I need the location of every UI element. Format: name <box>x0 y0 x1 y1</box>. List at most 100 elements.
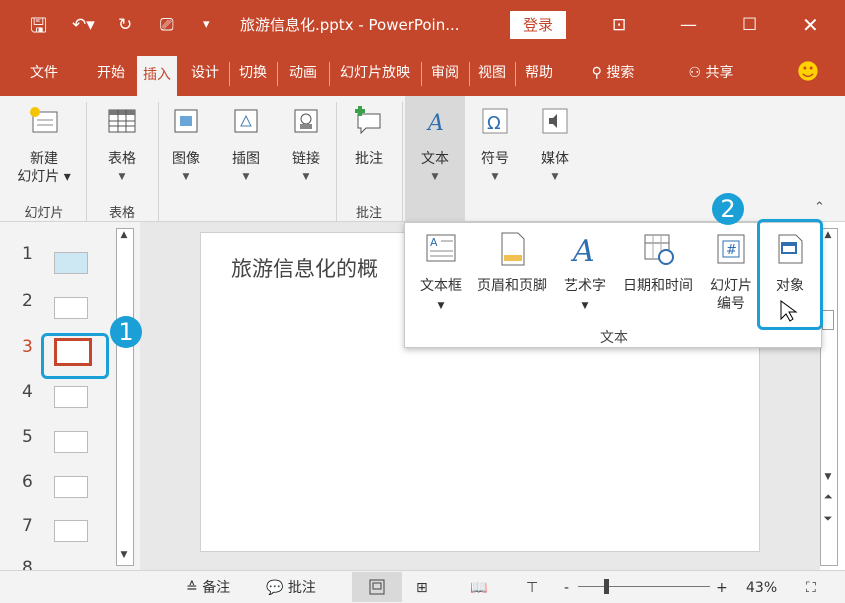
minimize-icon[interactable]: — <box>680 0 697 50</box>
symbol-label: 符号 <box>481 151 509 167</box>
scroll-up-icon[interactable]: ▲ <box>822 230 834 240</box>
symbol-dropdown-icon: ▼ <box>491 172 499 182</box>
tab-design[interactable]: 设计 <box>185 50 225 96</box>
table-dropdown-icon: ▼ <box>118 172 126 182</box>
header-footer-button[interactable]: 页眉和页脚 <box>469 223 555 323</box>
svg-text:A: A <box>430 236 438 249</box>
tab-home[interactable]: 开始 <box>90 50 132 96</box>
link-button[interactable]: 链接 ▼ <box>282 96 330 200</box>
smiley-icon[interactable]: ☻ <box>790 50 826 96</box>
callout-badge-2: 2 <box>712 193 744 225</box>
comment-button[interactable]: 批注 <box>342 96 396 200</box>
slide-sorter-icon[interactable]: ⊞ <box>416 579 428 597</box>
scroll-thumb[interactable] <box>822 310 834 330</box>
slide-number: 5 <box>22 427 33 447</box>
scroll-up-icon[interactable]: ▲ <box>118 230 130 240</box>
slide-title[interactable]: 旅游信息化的概 <box>231 253 378 283</box>
text-dropdown-icon: ▼ <box>431 172 439 182</box>
image-button[interactable]: 图像 ▼ <box>162 96 210 200</box>
header-footer-label: 页眉和页脚 <box>477 278 547 294</box>
symbol-button[interactable]: Ω 符号 ▼ <box>470 96 520 200</box>
header-footer-icon <box>501 232 525 266</box>
group-label-table: 表格 <box>108 206 135 221</box>
textbox-dropdown-icon: ▼ <box>437 301 445 311</box>
image-icon <box>174 109 198 133</box>
group-separator <box>158 102 159 222</box>
new-slide-button[interactable]: 新建 幻灯片 ▾ <box>8 96 80 200</box>
search-icon: ⚲ <box>591 65 602 81</box>
slide-number-label-2: 编号 <box>717 296 745 312</box>
slide-thumbnail[interactable] <box>54 386 88 408</box>
wordart-button[interactable]: A 艺术字 ▼ <box>555 223 615 323</box>
slide-thumbnail[interactable] <box>54 297 88 319</box>
reading-view-icon[interactable]: 📖 <box>470 579 487 597</box>
tab-view[interactable]: 视图 <box>471 50 513 96</box>
media-button[interactable]: 媒体 ▼ <box>530 96 580 200</box>
zoom-out-button[interactable]: - <box>564 579 569 597</box>
slide-thumbnail[interactable] <box>54 520 88 542</box>
next-slide-icon[interactable]: ⏷ <box>822 512 834 526</box>
shapes-icon <box>234 109 258 133</box>
slide-number: 4 <box>22 382 33 402</box>
maximize-icon[interactable]: ☐ <box>742 0 757 50</box>
search-box[interactable]: ⚲ 搜索 <box>578 50 648 96</box>
new-slide-label-2: 幻灯片 ▾ <box>17 169 71 185</box>
illustration-button[interactable]: 插图 ▼ <box>222 96 270 200</box>
close-icon[interactable]: ✕ <box>802 0 819 50</box>
callout-highlight-slide-3 <box>41 333 109 379</box>
textbox-button[interactable]: A 文本框 ▼ <box>413 223 469 323</box>
collapse-ribbon-icon[interactable]: ⌃ <box>814 200 830 216</box>
slideshow-view-icon[interactable]: ⊤ <box>526 579 538 597</box>
share-button[interactable]: ⚇ 共享 <box>676 50 746 96</box>
thumbnail-scrollbar[interactable] <box>116 228 134 566</box>
slide-number: 8 <box>22 558 33 570</box>
new-slide-label: 新建 <box>30 151 58 167</box>
slide-number-button[interactable]: # 幻灯片 编号 <box>701 223 761 323</box>
tab-separator <box>229 62 230 86</box>
redo-icon[interactable]: ↻ <box>118 0 132 50</box>
textbox-icon: A <box>426 234 456 262</box>
slide-thumbnail[interactable] <box>54 431 88 453</box>
tab-slideshow[interactable]: 幻灯片放映 <box>331 50 419 96</box>
login-button[interactable]: 登录 <box>510 11 566 39</box>
tab-review[interactable]: 审阅 <box>423 50 467 96</box>
text-icon: A <box>426 111 444 136</box>
slide-thumbnail[interactable] <box>54 476 88 498</box>
comment-label: 批注 <box>355 151 383 167</box>
normal-view-button[interactable] <box>352 572 402 602</box>
comments-label: 批注 <box>287 580 316 596</box>
callout-badge-1: 1 <box>110 316 142 348</box>
slide-thumbnail[interactable] <box>54 252 88 274</box>
tab-separator <box>329 62 330 86</box>
image-label: 图像 <box>172 151 200 167</box>
omega-icon: Ω <box>482 108 508 134</box>
scroll-down-icon[interactable]: ▼ <box>822 472 834 482</box>
fit-to-window-icon[interactable]: ⛶ <box>806 579 816 597</box>
zoom-in-button[interactable]: + <box>716 579 728 597</box>
notes-button[interactable]: ≙ 备注 <box>186 579 230 597</box>
tab-help[interactable]: 帮助 <box>517 50 561 96</box>
ribbon-display-icon[interactable]: ⊡ <box>612 0 626 50</box>
comments-button[interactable]: 💬 批注 <box>266 579 316 597</box>
tab-animations[interactable]: 动画 <box>281 50 325 96</box>
zoom-slider-thumb[interactable] <box>604 579 609 594</box>
text-button[interactable]: A 文本 ▼ <box>405 96 465 222</box>
undo-icon[interactable]: ↶▾ <box>72 0 95 50</box>
speaker-icon <box>542 108 568 134</box>
slide-number-label-1: 幻灯片 <box>710 278 752 294</box>
save-icon[interactable]: 🖫 <box>30 0 47 50</box>
tab-file[interactable]: 文件 <box>24 50 64 96</box>
previous-slide-icon[interactable]: ⏶ <box>822 490 834 504</box>
tab-insert[interactable]: 插入 <box>137 56 177 96</box>
present-icon[interactable]: ⎚ <box>160 0 174 50</box>
scroll-down-icon[interactable]: ▼ <box>118 550 130 560</box>
zoom-slider-track[interactable] <box>578 586 710 587</box>
customize-qat-icon[interactable]: ▾ <box>203 0 210 50</box>
group-separator <box>402 102 403 222</box>
normal-view-icon <box>369 579 385 595</box>
datetime-button[interactable]: 日期和时间 <box>615 223 701 323</box>
table-button[interactable]: 表格 ▼ <box>92 96 152 200</box>
tab-transitions[interactable]: 切换 <box>233 50 273 96</box>
image-dropdown-icon: ▼ <box>182 172 190 182</box>
zoom-level[interactable]: 43% <box>746 579 777 597</box>
